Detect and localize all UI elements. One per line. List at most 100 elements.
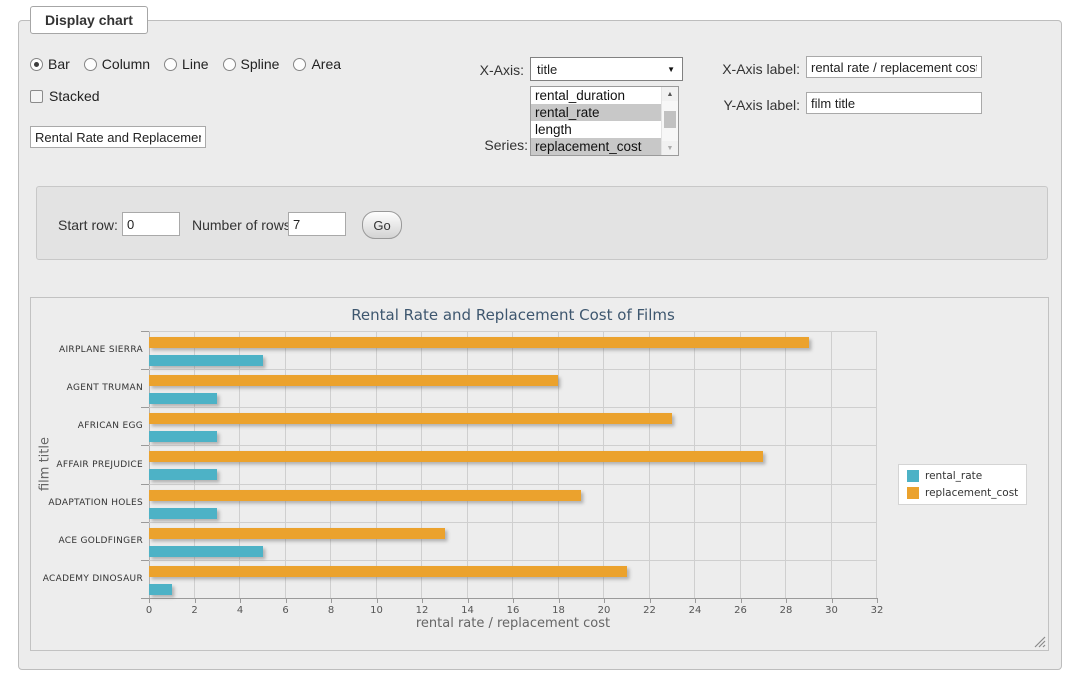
- chart-title-input[interactable]: [30, 126, 206, 148]
- chart-type-option-spline: Spline: [223, 56, 280, 72]
- series-option-length[interactable]: length: [531, 121, 678, 138]
- gridline-x: [603, 331, 604, 598]
- gridline-x: [512, 331, 513, 598]
- x-axis-selected-value: title: [537, 62, 557, 77]
- chart-type-option-column: Column: [84, 56, 150, 72]
- chart-type-option-area: Area: [293, 56, 341, 72]
- chart-type-radio-label: Line: [182, 56, 208, 72]
- x-axis-tick: [195, 599, 196, 603]
- y-axis-tick: [141, 484, 149, 485]
- chart-container: Rental Rate and Replacement Cost of Film…: [30, 297, 1049, 651]
- category-label: AFRICAN EGG: [31, 421, 143, 431]
- x-axis-tick-label: 10: [362, 605, 392, 616]
- chart-type-radio-label: Spline: [241, 56, 280, 72]
- fieldset-legend: Display chart: [30, 6, 148, 34]
- y-axis-tick: [141, 331, 149, 332]
- y-axis-tick: [141, 598, 149, 599]
- chart-type-radio-bar[interactable]: [30, 58, 43, 71]
- chart-type-radio-area[interactable]: [293, 58, 306, 71]
- category-label: AIRPLANE SIERRA: [31, 345, 143, 355]
- chart-type-radio-line[interactable]: [164, 58, 177, 71]
- scroll-down-icon[interactable]: ▼: [662, 141, 678, 155]
- chart-type-radio-column[interactable]: [84, 58, 97, 71]
- chart-x-axis-title: rental rate / replacement cost: [149, 616, 877, 631]
- chart-type-option-line: Line: [164, 56, 208, 72]
- scroll-up-icon[interactable]: ▲: [662, 87, 678, 101]
- x-axis-tick-label: 22: [635, 605, 665, 616]
- bar-rental_rate: [149, 355, 263, 366]
- y-axis-tick: [141, 522, 149, 523]
- x-axis-select[interactable]: title ▼: [530, 57, 683, 81]
- category-label: ACADEMY DINOSAUR: [31, 574, 143, 584]
- chart-title: Rental Rate and Replacement Cost of Film…: [31, 306, 995, 324]
- gridline-x: [376, 331, 377, 598]
- y-axis-tick: [141, 407, 149, 408]
- x-axis-tick: [832, 599, 833, 603]
- category-label: AFFAIR PREJUDICE: [31, 460, 143, 470]
- gridline-x: [694, 331, 695, 598]
- bar-rental_rate: [149, 508, 217, 519]
- x-axis-tick-label: 6: [271, 605, 301, 616]
- row-controls-panel: [36, 186, 1048, 260]
- chart-legend: rental_rate replacement_cost: [898, 464, 1027, 505]
- y-axis-tick: [141, 560, 149, 561]
- dropdown-arrow-icon: ▼: [667, 65, 675, 74]
- gridline-x: [194, 331, 195, 598]
- x-axis-label-input[interactable]: [806, 56, 982, 78]
- y-axis-tick: [141, 369, 149, 370]
- gridline-x: [285, 331, 286, 598]
- gridline-x: [785, 331, 786, 598]
- chart-type-radio-label: Bar: [48, 56, 70, 72]
- start-row-input[interactable]: [122, 212, 180, 236]
- category-label: AGENT TRUMAN: [31, 383, 143, 393]
- gridline-x: [876, 331, 877, 598]
- series-option-rental_duration[interactable]: rental_duration: [531, 87, 678, 104]
- go-button[interactable]: Go: [362, 211, 402, 239]
- scrollbar-thumb[interactable]: [664, 111, 676, 128]
- gridline-x: [740, 331, 741, 598]
- bar-rental_rate: [149, 431, 217, 442]
- chart-type-radio-label: Column: [102, 56, 150, 72]
- resize-handle-icon[interactable]: [1034, 636, 1046, 648]
- legend-swatch-rental_rate: [907, 470, 919, 482]
- y-axis-label-label: Y-Axis label:: [718, 97, 800, 113]
- x-axis-tick: [741, 599, 742, 603]
- y-axis-tick: [141, 445, 149, 446]
- number-of-rows-input[interactable]: [288, 212, 346, 236]
- stacked-row: Stacked: [30, 88, 100, 104]
- bar-rental_rate: [149, 393, 217, 404]
- series-option-rental_rate[interactable]: rental_rate: [531, 104, 678, 121]
- x-axis-tick-label: 26: [726, 605, 756, 616]
- gridline-y: [149, 331, 877, 332]
- series-label: Series:: [468, 137, 528, 153]
- x-axis-tick-label: 28: [771, 605, 801, 616]
- y-axis-label-input[interactable]: [806, 92, 982, 114]
- bar-rental_rate: [149, 469, 217, 480]
- x-axis-tick: [331, 599, 332, 603]
- gridline-y: [149, 369, 877, 370]
- legend-label: rental_rate: [925, 470, 982, 482]
- bar-replacement_cost: [149, 451, 763, 462]
- x-axis-tick-label: 14: [453, 605, 483, 616]
- chart-type-radio-spline[interactable]: [223, 58, 236, 71]
- gridline-y: [149, 484, 877, 485]
- stacked-checkbox[interactable]: [30, 90, 43, 103]
- x-axis-tick-label: 0: [134, 605, 164, 616]
- series-scrollbar[interactable]: ▲ ▼: [661, 87, 678, 155]
- legend-item-rental_rate[interactable]: rental_rate: [907, 470, 1018, 482]
- x-axis-tick: [377, 599, 378, 603]
- x-axis-tick-label: 8: [316, 605, 346, 616]
- series-option-replacement_cost[interactable]: replacement_cost: [531, 138, 678, 155]
- x-axis-line: [149, 598, 878, 599]
- gridline-x: [239, 331, 240, 598]
- x-axis-tick-label: 2: [180, 605, 210, 616]
- bar-replacement_cost: [149, 528, 445, 539]
- x-axis-tick-label: 4: [225, 605, 255, 616]
- stacked-label: Stacked: [49, 88, 100, 104]
- gridline-x: [467, 331, 468, 598]
- x-axis-tick: [468, 599, 469, 603]
- legend-item-replacement_cost[interactable]: replacement_cost: [907, 487, 1018, 499]
- y-axis-line: [149, 331, 150, 598]
- series-listbox[interactable]: rental_durationrental_ratelengthreplacem…: [530, 86, 679, 156]
- gridline-x: [558, 331, 559, 598]
